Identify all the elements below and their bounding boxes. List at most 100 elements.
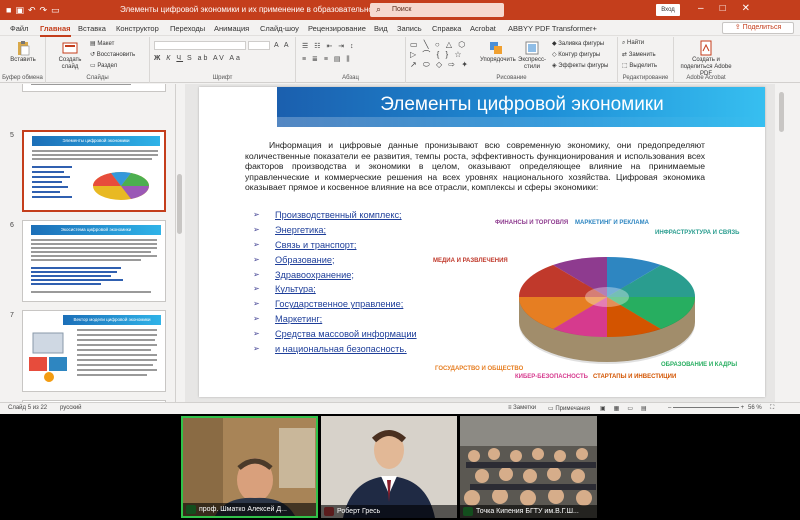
create-slide-label: Создать слайд [58,57,82,70]
language-indicator[interactable]: русский [60,405,82,411]
clipboard-group-label: Буфер обмена [2,75,43,81]
scroll-thumb[interactable] [177,174,182,234]
paste-label: Вставить [10,57,36,63]
undo-icon[interactable]: ↶ [28,5,40,15]
participant-tile[interactable]: Точка Кипения БГТУ им.В.Г.Ш... [460,416,597,518]
label-media: МЕДИА И РАЗВЛЕЧЕНИЯ [433,258,508,264]
font-format-buttons[interactable]: Ж К Ч S ab AV Aa [154,55,242,62]
slide-thumbnail-4[interactable] [22,84,166,92]
minimize-icon[interactable]: – [698,3,720,14]
participant-tile[interactable]: проф. Шматко Алексей Д... [181,416,318,518]
tab-slideshow[interactable]: Слайд-шоу [260,24,299,33]
slide-thumbnail-6[interactable]: Экосистема цифровой экономики [22,220,166,302]
zoom-level[interactable]: 56 % [748,405,762,411]
list-item: Культура; [253,284,417,299]
participant-name: проф. Шматко Алексей Д... [183,503,316,516]
find-button[interactable]: ⌕ Найти [622,40,644,47]
label-education: ОБРАЗОВАНИЕ И КАДРЫ [661,362,737,368]
quick-styles-button[interactable]: Экспресс-стили [514,40,550,71]
grow-font-icon[interactable]: A A [274,42,291,49]
tab-file[interactable]: Файл [10,24,28,33]
adobe-pdf-button[interactable]: Создать и поделиться Adobe PDF [676,40,736,78]
font-name-box[interactable] [154,41,246,50]
quick-access-toolbar[interactable]: ■▣↶↷▭ [6,5,64,16]
digital-economy-infographic[interactable]: ФИНАНСЫ И ТОРГОВЛЯ МАРКЕТИНГ И РЕКЛАМА И… [429,202,765,382]
label-finance: ФИНАНСЫ И ТОРГОВЛЯ [495,220,568,226]
view-buttons[interactable]: ▣▦▭▤ [600,405,655,412]
tab-record[interactable]: Запись [397,24,422,33]
thumbnails-scrollbar[interactable] [176,84,184,402]
arrange-button[interactable]: Упорядочить [480,40,516,64]
list-item: Государственное управление; [253,299,417,314]
list-item: и национальная безопасность. [253,344,417,359]
group-paragraph: ☰ ☷ ⇤ ⇥ ↕ ≡ ≣ ≡ ▤ ⫼ Абзац [296,37,406,83]
slide-thumbnail-5[interactable]: Элементы цифровой экономики [22,130,166,212]
drawing-group-label: Рисование [496,75,527,81]
slideshow-icon[interactable]: ▭ [51,5,64,15]
title-bar: ■▣↶↷▭ Элементы цифровой экономики и их п… [0,0,800,20]
participant-video [321,416,457,518]
redo-icon[interactable]: ↷ [40,5,52,15]
shape-outline-button[interactable]: ◇ Контур фигуры [552,51,600,58]
group-editing: ⌕ Найти ⇄ Заменить ⬚ Выделить Редактиров… [618,37,674,83]
list-buttons[interactable]: ☰ ☷ ⇤ ⇥ ↕ [302,42,356,50]
tab-home[interactable]: Главная [40,24,71,37]
align-buttons[interactable]: ≡ ≣ ≡ ▤ ⫼ [302,55,352,64]
search-box[interactable]: ⌕ Поиск [370,3,504,17]
share-button[interactable]: ⇪ Поделиться [722,22,794,34]
tab-acrobat[interactable]: Acrobat [470,24,496,33]
close-icon[interactable]: ✕ [742,3,766,14]
list-item: Средства массовой информации [253,329,417,344]
font-size-box[interactable] [248,41,270,50]
participant-video [460,416,597,518]
window-controls: –□✕ [698,3,766,14]
new-slide-icon [62,42,78,54]
participant-name: Точка Кипения БГТУ им.В.Г.Ш... [460,505,597,518]
tab-design[interactable]: Конструктор [116,24,159,33]
select-button[interactable]: ⬚ Выделить [622,62,657,69]
reset-button[interactable]: ↺ Восстановить [90,51,135,58]
label-cybersecurity: КИБЕР-БЕЗОПАСНОСТЬ [515,374,589,380]
tab-view[interactable]: Вид [374,24,388,33]
tab-review[interactable]: Рецензирование [308,24,366,33]
slide-thumbnail-7[interactable]: Вектор модели цифровой экономики [22,310,166,392]
tab-abbyy[interactable]: ABBYY PDF Transformer+ [508,24,597,33]
font-group-label: Шрифт [212,75,233,81]
layout-button[interactable]: ▤ Макет [90,40,114,47]
zoom-slider[interactable]: – + [668,405,744,411]
arrange-icon [490,42,502,54]
create-slide-button[interactable]: Создать слайд [52,40,88,71]
editing-group-label: Редактирование [622,75,669,81]
tab-animation[interactable]: Анимация [214,24,249,33]
quick-styles-icon [525,41,539,55]
fit-slide-icon[interactable]: ⛶ [770,405,774,412]
reset-icon: ↺ [90,52,97,58]
slide-paragraph[interactable]: Информация и цифровые данные пронизывают… [245,140,705,193]
tab-help[interactable]: Справка [432,24,461,33]
replace-button[interactable]: ⇄ Заменить [622,51,656,58]
save-icon[interactable]: ▣ [15,5,28,15]
scroll-thumb[interactable] [779,92,784,132]
tab-insert[interactable]: Вставка [78,24,106,33]
sector-list[interactable]: Производственный комплекс; Энергетика; С… [253,210,417,359]
participant-tile[interactable]: Роберт Гресь [321,416,457,518]
editor-scrollbar[interactable] [776,84,788,402]
label-government: ГОСУДАРСТВО И ОБЩЕСТВО [435,366,524,372]
shape-fill-button[interactable]: ◆ Заливка фигуры [552,40,604,47]
slide-thumbnails-pane: 5 Элементы цифровой экономики 6 Экосисте… [0,84,176,402]
paste-button[interactable]: Вставить [6,40,40,64]
slide-counter: Слайд 5 из 22 [8,405,48,411]
notes-button[interactable]: ≡ Заметки [508,405,536,411]
comments-button[interactable]: ▭ Примечания [548,405,590,412]
sign-in-button[interactable]: Вход [656,4,680,16]
shapes-gallery[interactable]: ▭ ╲ ○ △ ⬡ ▷ ⌒ { } ☆ ↗ ⬭ ◇ ⇨ ✦ [410,40,470,70]
tab-transitions[interactable]: Переходы [170,24,205,33]
section-button[interactable]: ▭ Раздел [90,62,117,69]
slide-title[interactable]: Элементы цифровой экономики [287,94,757,116]
maximize-icon[interactable]: □ [720,3,742,14]
current-slide[interactable]: Элементы цифровой экономики Информация и… [199,87,765,397]
acrobat-group-label: Adobe Acrobat [686,75,726,81]
group-slides: Создать слайд ▤ Макет ↺ Восстановить ▭ Р… [46,37,150,83]
thumbnail-title: Вектор модели цифровой экономики [63,315,161,325]
shape-effects-button[interactable]: ◈ Эффекты фигуры [552,62,608,69]
